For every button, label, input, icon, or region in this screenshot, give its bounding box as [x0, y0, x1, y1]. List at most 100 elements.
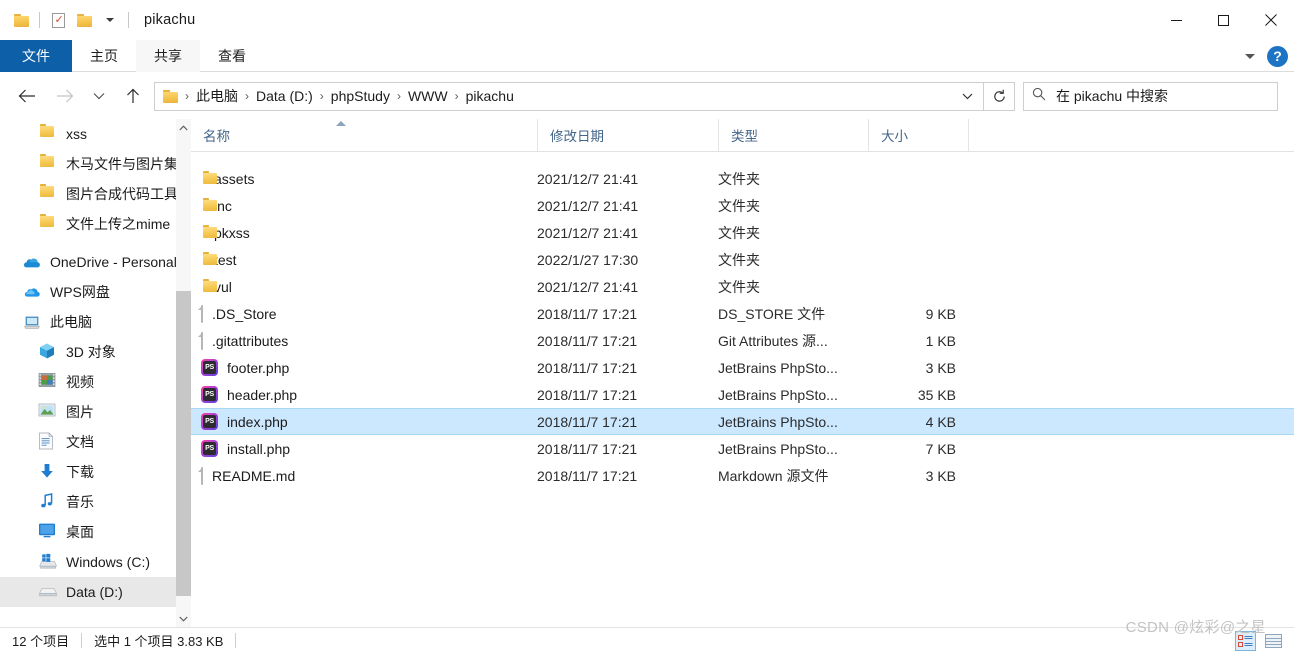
file-date-cell: 2018/11/7 17:21	[537, 359, 638, 376]
breadcrumb-item-2[interactable]: phpStudy	[328, 88, 393, 104]
table-row[interactable]: pkxss 2021/12/7 21:41 文件夹	[191, 219, 1294, 246]
folder-icon[interactable]	[8, 7, 34, 33]
sidebar-item-documents[interactable]: 文档	[0, 427, 191, 457]
table-row[interactable]: assets 2021/12/7 21:41 文件夹	[191, 165, 1294, 192]
scrollbar-thumb[interactable]	[176, 291, 191, 596]
file-name-cell: .DS_Store	[191, 304, 537, 323]
sidebar-item-onedrive[interactable]: OneDrive - Personal	[0, 247, 191, 277]
folder-icon	[201, 279, 205, 295]
up-button[interactable]	[118, 81, 148, 111]
generic-file-icon	[201, 466, 203, 485]
scroll-up-icon[interactable]	[176, 119, 191, 136]
forward-button[interactable]	[50, 81, 80, 111]
phpstorm-icon: PS	[201, 413, 218, 430]
details-view-icon[interactable]	[1235, 631, 1256, 651]
table-row[interactable]: PS header.php 2018/11/7 17:21 JetBrains …	[191, 381, 1294, 408]
close-button[interactable]	[1247, 0, 1294, 40]
folder-icon	[201, 171, 205, 187]
recent-locations-button[interactable]	[84, 81, 114, 111]
refresh-button[interactable]	[983, 81, 1015, 111]
sidebar-item-upload-mime[interactable]: 文件上传之mime	[0, 209, 191, 239]
breadcrumb-sep-1[interactable]: ›	[241, 90, 253, 102]
breadcrumb-sep-4[interactable]: ›	[451, 90, 463, 102]
tab-share[interactable]: 共享	[136, 40, 200, 72]
breadcrumb-item-3[interactable]: WWW	[405, 88, 451, 104]
sidebar-item-downloads[interactable]: 下载	[0, 457, 191, 487]
properties-icon[interactable]: ✓	[45, 7, 71, 33]
column-header-date[interactable]: 修改日期	[537, 118, 718, 152]
minimize-button[interactable]	[1153, 0, 1200, 40]
file-date-cell: 2018/11/7 17:21	[537, 305, 638, 322]
breadcrumb-folder-icon	[163, 89, 178, 103]
customize-caret-icon[interactable]	[97, 7, 123, 33]
sidebar-item-3d-objects[interactable]: 3D 对象	[0, 337, 191, 367]
file-name-cell: PS footer.php	[191, 359, 537, 376]
sidebar-item-videos[interactable]: 视频	[0, 367, 191, 397]
sidebar-item-label: xss	[66, 126, 87, 142]
file-date-cell: 2021/12/7 21:41	[537, 197, 639, 214]
back-button[interactable]	[12, 81, 42, 111]
column-header-size[interactable]: 大小	[868, 118, 968, 152]
table-row[interactable]: test 2022/1/27 17:30 文件夹	[191, 246, 1294, 273]
sidebar-item-label: 文件上传之mime	[66, 216, 171, 232]
breadcrumb-item-0[interactable]: 此电脑	[193, 86, 241, 106]
sidebar-item-data-d[interactable]: Data (D:)	[0, 577, 191, 607]
table-row[interactable]: PS install.php 2018/11/7 17:21 JetBrains…	[191, 435, 1294, 462]
breadcrumb-item-1[interactable]: Data (D:)	[253, 88, 316, 104]
file-name-cell: PS install.php	[191, 440, 537, 457]
breadcrumb-item-4[interactable]: pikachu	[463, 88, 517, 104]
sidebar-item-this-pc[interactable]: 此电脑	[0, 307, 191, 337]
new-folder-icon[interactable]	[71, 7, 97, 33]
table-row[interactable]: PS footer.php 2018/11/7 17:21 JetBrains …	[191, 354, 1294, 381]
title-bar: ✓ pikachu	[0, 0, 1294, 40]
column-header-type[interactable]: 类型	[718, 118, 868, 152]
table-row[interactable]: .DS_Store 2018/11/7 17:21 DS_STORE 文件 9 …	[191, 300, 1294, 327]
sidebar-item-label: 木马文件与图片集	[66, 156, 178, 172]
file-type-cell: Markdown 源文件	[718, 467, 829, 484]
file-name-cell: assets	[191, 171, 537, 187]
sidebar-item-wps-cloud[interactable]: WPS网盘	[0, 277, 191, 307]
sidebar-item-xss[interactable]: xss	[0, 119, 191, 149]
breadcrumb-sep-0[interactable]: ›	[181, 90, 193, 102]
table-row[interactable]: README.md 2018/11/7 17:21 Markdown 源文件 3…	[191, 462, 1294, 489]
folder-icon	[38, 154, 58, 174]
sidebar-item-trojan-files[interactable]: 木马文件与图片集	[0, 149, 191, 179]
sidebar-item-desktop[interactable]: 桌面	[0, 517, 191, 547]
sidebar-item-label: Data (D:)	[66, 584, 123, 600]
sidebar-item-windows-c[interactable]: Windows (C:)	[0, 547, 191, 577]
breadcrumb-dropdown-icon[interactable]	[957, 93, 977, 100]
tab-home[interactable]: 主页	[72, 40, 136, 72]
search-input[interactable]: 在 pikachu 中搜索	[1023, 81, 1278, 111]
breadcrumb[interactable]: › 此电脑 › Data (D:) › phpStudy › WWW › pik…	[154, 81, 984, 111]
tab-file[interactable]: 文件	[0, 40, 72, 72]
maximize-button[interactable]	[1200, 0, 1247, 40]
sidebar-item-music[interactable]: 音乐	[0, 487, 191, 517]
downloads-icon	[38, 462, 58, 482]
scroll-down-icon[interactable]	[176, 610, 191, 627]
sidebar-item-image-code-tool[interactable]: 图片合成代码工具	[0, 179, 191, 209]
address-bar: › 此电脑 › Data (D:) › phpStudy › WWW › pik…	[0, 73, 1294, 119]
table-row[interactable]: .gitattributes 2018/11/7 17:21 Git Attri…	[191, 327, 1294, 354]
column-header-spacer[interactable]	[968, 118, 1008, 152]
file-name-cell: PS index.php	[191, 413, 537, 430]
help-icon[interactable]: ?	[1267, 45, 1288, 67]
wps-cloud-icon	[22, 282, 42, 302]
file-name-cell: test	[191, 252, 537, 268]
table-row-selected[interactable]: PS index.php 2018/11/7 17:21 JetBrains P…	[191, 408, 1294, 435]
large-icons-view-icon[interactable]	[1263, 631, 1284, 651]
3d-objects-icon	[38, 342, 58, 362]
navigation-scrollbar[interactable]	[176, 119, 191, 627]
table-row[interactable]: vul 2021/12/7 21:41 文件夹	[191, 273, 1294, 300]
breadcrumb-sep-3[interactable]: ›	[393, 90, 405, 102]
sidebar-item-pictures[interactable]: 图片	[0, 397, 191, 427]
chevron-down-icon[interactable]	[1245, 53, 1255, 59]
tab-view[interactable]: 查看	[200, 40, 264, 72]
file-date-cell: 2018/11/7 17:21	[537, 440, 638, 457]
file-name-cell: vul	[191, 279, 537, 295]
column-header-name[interactable]: 名称	[191, 119, 537, 152]
table-row[interactable]: inc 2021/12/7 21:41 文件夹	[191, 192, 1294, 219]
file-type-cell: JetBrains PhpSto...	[718, 440, 838, 457]
file-type-cell: 文件夹	[718, 278, 760, 295]
breadcrumb-sep-2[interactable]: ›	[316, 90, 328, 102]
sidebar-item-label: OneDrive - Personal	[50, 254, 177, 270]
